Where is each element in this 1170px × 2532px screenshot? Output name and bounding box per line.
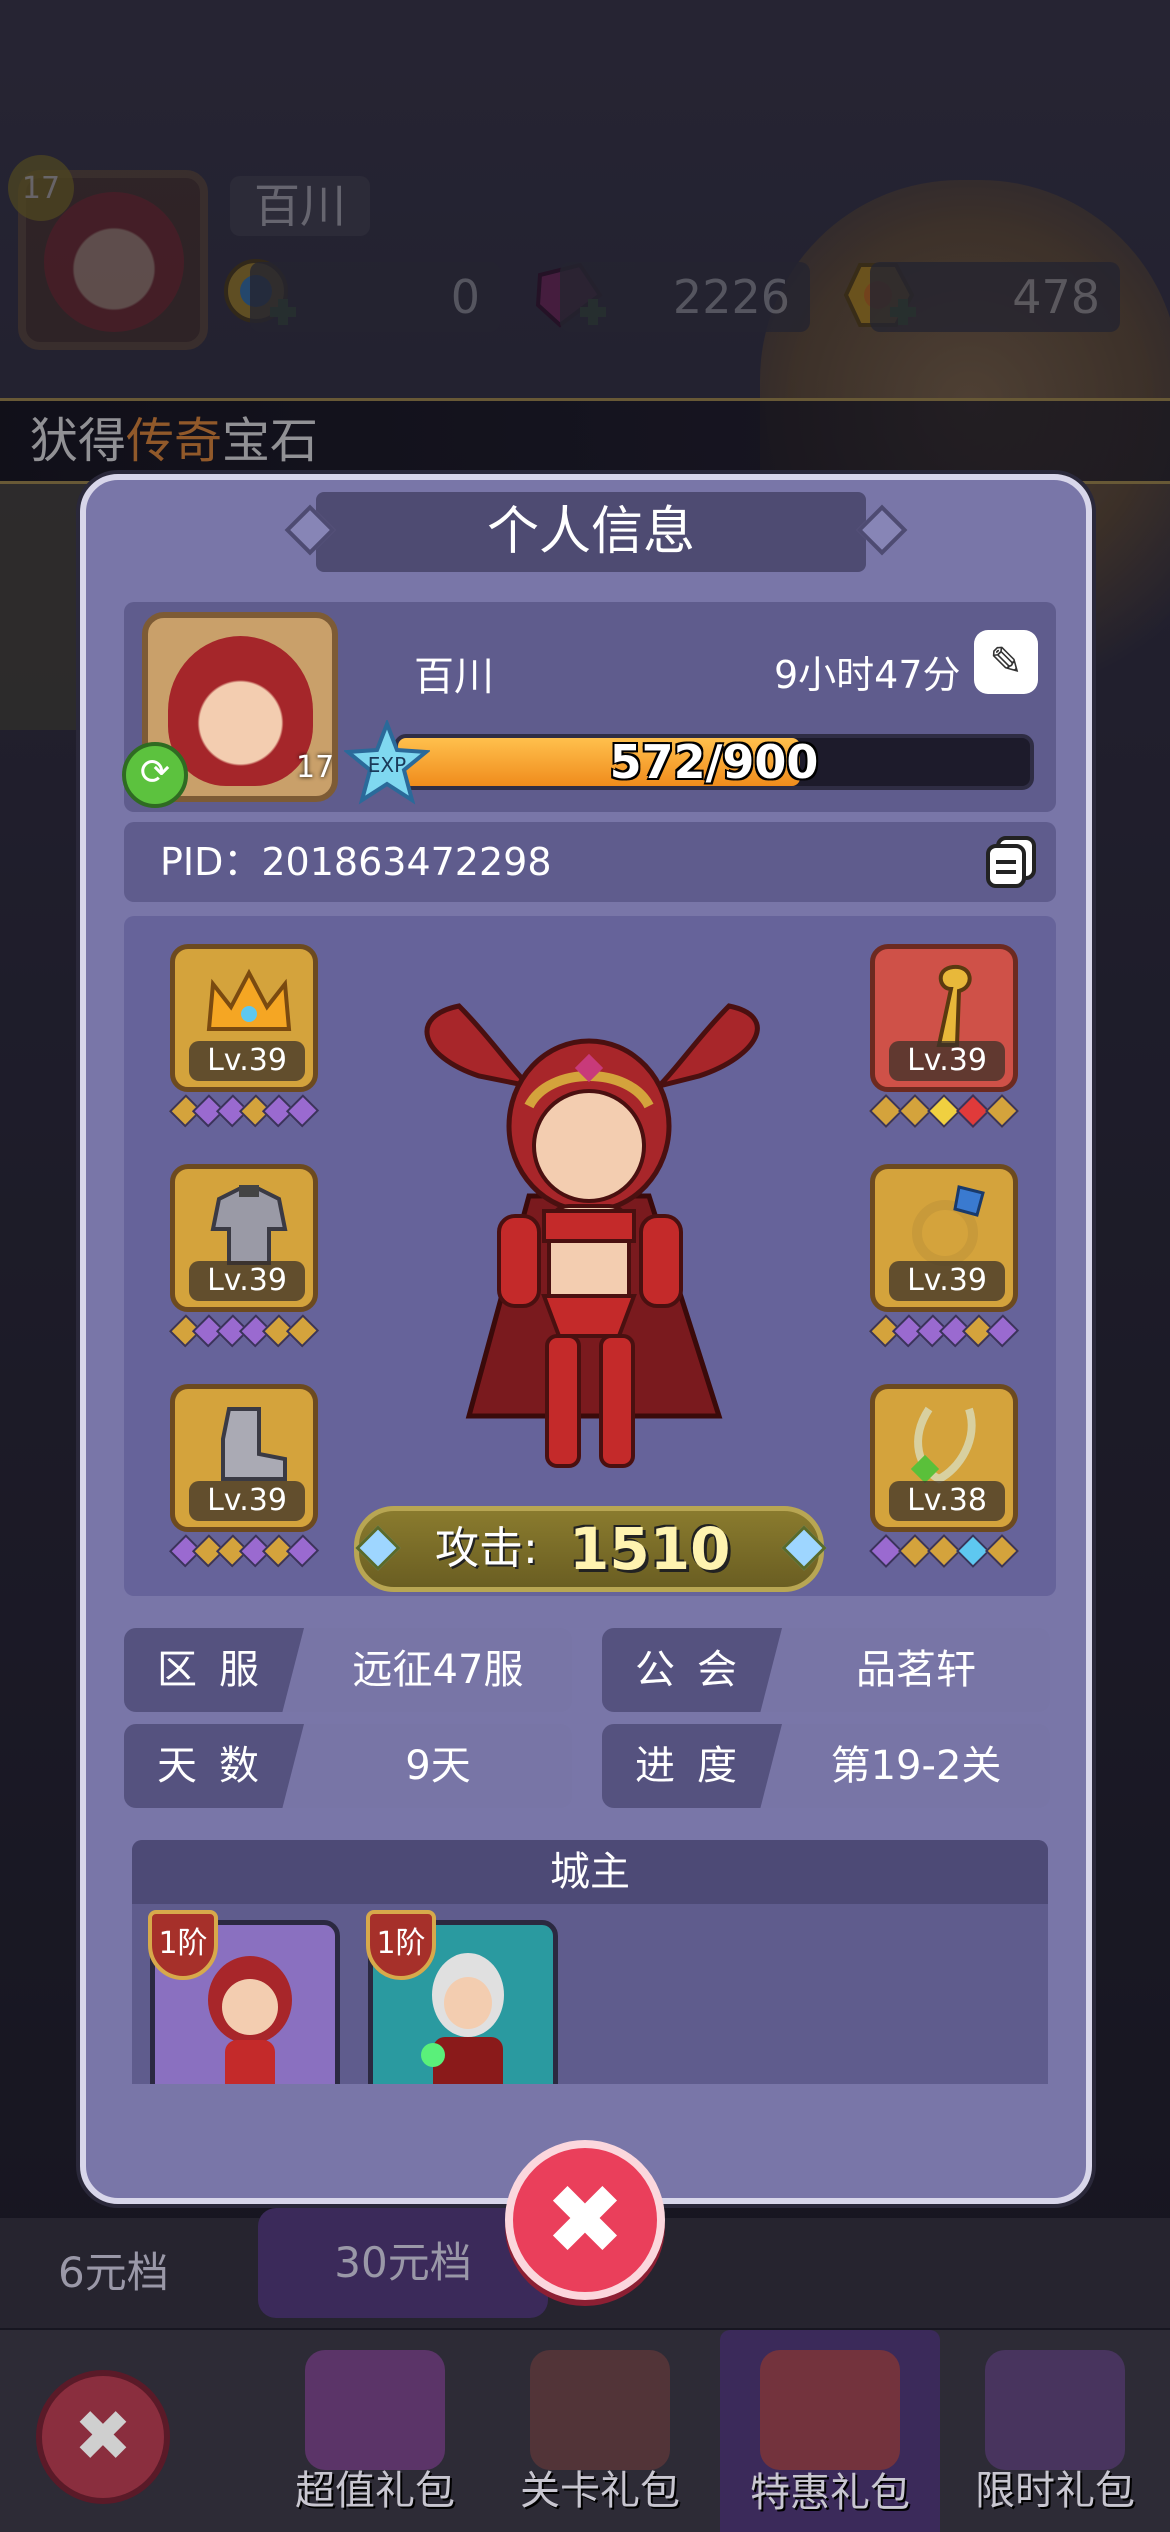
city-lord-title: 城主 — [132, 1840, 1048, 1904]
gem-row — [869, 1094, 1019, 1128]
nav-label: 特惠礼包 — [750, 2470, 910, 2516]
gem — [285, 1314, 320, 1348]
equip-slot-boots[interactable]: Lv.39 — [170, 1384, 318, 1532]
equip-slot-staff[interactable]: Lv.39 — [870, 944, 1018, 1092]
nav-item-stage-pack[interactable]: 关卡礼包 — [490, 2340, 710, 2530]
nav-label: 超值礼包 — [295, 2468, 455, 2514]
close-icon: ✖ — [544, 2164, 626, 2276]
equip-level: Lv.39 — [189, 1481, 305, 1521]
info-key: 公会 — [602, 1628, 782, 1712]
equip-slot-crown[interactable]: Lv.39 — [170, 944, 318, 1092]
change-avatar-icon[interactable]: ⟳ — [122, 742, 188, 808]
hero-tier-badge: 1阶 — [148, 1910, 218, 1980]
city-lord-section: 城主 — [132, 1840, 1048, 2084]
nav-item-limited-pack[interactable]: 限时礼包 — [945, 2340, 1165, 2530]
gift-box-icon — [305, 2350, 445, 2470]
pid-row: PID：201863472298 — [124, 822, 1056, 902]
hero-tier-badge: 1阶 — [366, 1910, 436, 1980]
info-value: 远征47服 — [352, 1647, 524, 1693]
gem — [285, 1094, 320, 1128]
gem — [985, 1534, 1019, 1568]
info-value: 第19-2关 — [830, 1743, 1002, 1789]
gift-chest-icon — [760, 2350, 900, 2470]
nav-label: 限时礼包 — [975, 2468, 1135, 2514]
profile-header: 17 ⟳ 百川 9小时47分 ✎ 572/900 EXP — [122, 602, 1056, 812]
equip-slot-necklace[interactable]: Lv.38 — [870, 1384, 1018, 1532]
exp-star-icon: EXP — [344, 720, 430, 805]
bottom-navigation: ✖ 超值礼包 关卡礼包 特惠礼包 限时礼包 — [0, 2330, 1170, 2532]
skull-chest-icon — [530, 2350, 670, 2470]
gem — [285, 1534, 320, 1568]
exp-label: EXP — [368, 753, 406, 777]
gem — [985, 1314, 1020, 1348]
equip-level: Lv.39 — [189, 1261, 305, 1301]
gem-row — [168, 1534, 320, 1568]
armor-icon — [210, 1185, 288, 1265]
play-time: 9小时47分 — [774, 653, 961, 697]
info-guild: 公会 品茗轩 — [602, 1628, 1050, 1712]
info-server: 区服 远征47服 — [124, 1628, 572, 1712]
equip-level: Lv.39 — [889, 1041, 1005, 1081]
exp-bar: 572/900 — [394, 734, 1034, 790]
info-value: 品茗轩 — [856, 1647, 976, 1693]
boots-icon — [221, 1407, 287, 1481]
info-days: 天数 9天 — [124, 1724, 572, 1808]
info-key: 区服 — [124, 1628, 304, 1712]
character-icon — [985, 2350, 1125, 2470]
attack-power-plate: 攻击: 1510 — [354, 1506, 824, 1592]
profile-level: 17 — [296, 750, 335, 785]
modal-title-bar: 个人信息 — [316, 492, 866, 572]
close-icon: ✖ — [73, 2395, 133, 2477]
equip-level: Lv.39 — [889, 1261, 1005, 1301]
equip-level: Lv.39 — [189, 1041, 305, 1081]
gem — [985, 1094, 1019, 1128]
info-value: 9天 — [405, 1743, 471, 1789]
attack-label: 攻击: — [435, 1523, 538, 1574]
necklace-icon — [910, 1406, 976, 1484]
tier-tab-6[interactable]: 6元档 — [58, 2218, 169, 2328]
copy-icon[interactable] — [984, 834, 1040, 890]
info-key: 天数 — [124, 1724, 304, 1808]
attack-value: 1510 — [569, 1515, 731, 1583]
crown-icon — [206, 968, 292, 1031]
gem-row — [869, 1534, 1019, 1568]
equip-level: Lv.38 — [889, 1481, 1005, 1521]
nav-label: 关卡礼包 — [520, 2468, 680, 2514]
avatar-face — [168, 636, 313, 786]
hero-character — [424, 1003, 760, 1468]
exp-text: 572/900 — [609, 735, 819, 789]
info-progress: 进度 第19-2关 — [602, 1724, 1050, 1808]
nav-close-button[interactable]: ✖ — [36, 2370, 170, 2504]
gem-row — [868, 1314, 1020, 1348]
profile-modal: 个人信息 17 ⟳ 百川 9小时47分 ✎ 572/900 EXP PID：20… — [80, 474, 1092, 2204]
nav-item-special-pack[interactable]: 特惠礼包 — [720, 2330, 940, 2532]
edit-icon: ✎ — [989, 639, 1023, 685]
profile-name: 百川 — [414, 654, 494, 700]
ring-icon — [912, 1185, 985, 1266]
info-key: 进度 — [602, 1724, 782, 1808]
edit-name-button[interactable]: ✎ — [974, 630, 1038, 694]
player-id: PID：201863472298 — [160, 840, 552, 884]
modal-title: 个人信息 — [486, 502, 695, 562]
equip-slot-ring[interactable]: Lv.39 — [870, 1164, 1018, 1312]
nav-item-value-pack[interactable]: 超值礼包 — [265, 2340, 485, 2530]
gem-row — [168, 1314, 320, 1348]
modal-close-button[interactable]: ✖ — [505, 2140, 665, 2300]
gem-row — [168, 1094, 320, 1128]
staff-icon — [936, 964, 972, 1047]
equip-slot-armor[interactable]: Lv.39 — [170, 1164, 318, 1312]
equipment-panel: Lv.39 Lv.39 Lv.39 Lv.39 Lv.39 Lv.38 攻击: … — [124, 916, 1056, 1596]
